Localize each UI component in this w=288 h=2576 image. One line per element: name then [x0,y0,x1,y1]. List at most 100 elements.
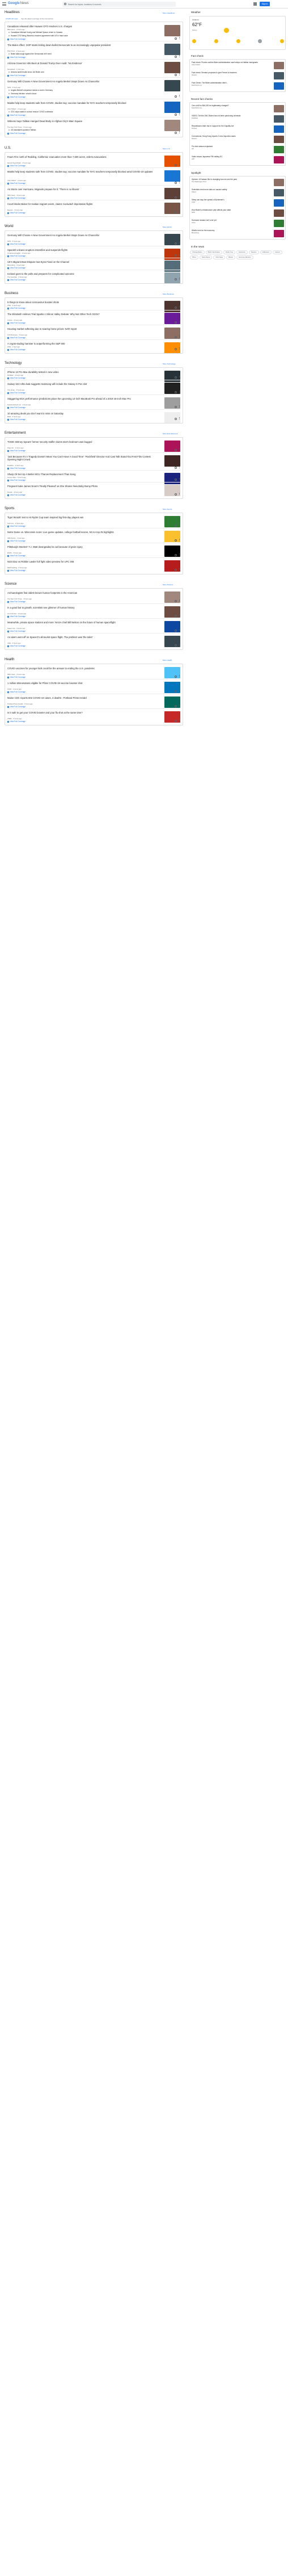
menu-icon[interactable] [2,2,6,6]
view-full-coverage-link[interactable]: View Full Coverage [7,307,26,309]
story-thumbnail[interactable] [164,682,180,693]
story-thumbnail[interactable] [164,62,180,73]
share-icon[interactable] [175,615,177,617]
story-thumbnail[interactable] [164,120,180,131]
view-full-coverage-link[interactable]: View Full Coverage [7,569,26,572]
search-bar[interactable]: Search for topics, locations & sources [62,2,176,7]
view-full-coverage-link[interactable]: View Full Coverage [7,132,26,135]
view-full-coverage-link[interactable]: View Full Coverage [7,56,26,58]
weather-card[interactable]: Ashburn 62°F Sunny [189,16,286,50]
story-title[interactable]: 1 million Minnesotans eligible for Pfize… [7,682,158,685]
view-full-coverage-link[interactable]: View Full Coverage [7,349,26,351]
more-options-icon[interactable] [179,277,180,283]
world-more-link[interactable]: More World [163,226,171,228]
science-more-link[interactable]: More Science [163,584,173,586]
story-thumbnail[interactable] [164,156,180,167]
story-thumbnail[interactable] [164,412,180,423]
story-thumbnail[interactable] [164,188,180,199]
spotlight-item[interactable]: What's next for the economy Bloomberg [192,229,271,234]
spotlight-item[interactable]: Scientists need more data on vaccine saf… [192,188,271,194]
share-icon[interactable] [175,266,177,268]
more-options-icon[interactable] [179,719,180,724]
view-full-coverage-link[interactable]: View Full Coverage [7,720,26,723]
story-thumbnail[interactable] [164,591,180,603]
recent_headlines-item[interactable]: Republicans claim rise in support for th… [192,125,271,130]
spotlight-item[interactable]: Opinion: A Russian film is changing how … [192,178,271,183]
more-options-icon[interactable] [179,643,180,649]
view-full-coverage-link[interactable]: View Full Coverage [7,615,26,618]
view-full-coverage-link[interactable]: View Full Coverage [7,392,26,394]
topic-chip[interactable]: Ryder Cup [223,250,235,254]
story-title[interactable]: Galaxy S22 Ultra leak suggests Samsung w… [7,383,158,385]
fact_check-thumbnail[interactable] [274,62,284,69]
story-thumbnail[interactable] [164,203,180,214]
topic-chip[interactable]: Ohio State [213,255,226,259]
recent_headlines-item[interactable]: Coronavirus: Hong Kong reports 3 new imp… [192,135,271,140]
story-thumbnail[interactable] [164,636,180,647]
business-more-link[interactable]: More Business [163,293,174,295]
topic-chip[interactable]: Halloween [260,250,272,254]
recent_headlines-thumbnail[interactable] [274,146,284,153]
spotlight-item[interactable]: How Biden's infrastructure plan affects … [192,209,271,214]
view-full-coverage-link[interactable]: View Full Coverage [7,255,26,257]
story-thumbnail[interactable] [164,531,180,542]
sign-in-button[interactable]: Sign in [260,2,270,6]
view-full-coverage-link[interactable]: View Full Coverage [7,38,26,40]
share-icon[interactable] [175,705,177,707]
story-title[interactable]: Arizona Governor Hits Back at Donald Tru… [7,62,158,65]
share-icon[interactable] [175,278,177,280]
spotlight-thumbnail[interactable] [274,209,284,217]
view-full-coverage-link[interactable]: View Full Coverage [7,691,26,693]
story-thumbnail[interactable] [164,560,180,572]
view-full-coverage-link[interactable]: View Full Coverage [7,601,26,603]
view-full-coverage-link[interactable]: View Full Coverage [7,114,26,116]
story-thumbnail[interactable] [164,342,180,353]
fact_check-thumbnail[interactable] [274,82,284,90]
story-title[interactable]: In a good but to growth, scientists see … [7,606,158,609]
topic-chip[interactable]: Pfizer [190,255,198,259]
story-title[interactable]: 5 things to know about coronavirus boost… [7,301,158,304]
fact_check-item[interactable]: Fact check: Photos confirm Biden adminis… [192,61,271,66]
story-title[interactable]: Iceland goes to the polls and prepares f… [7,272,158,275]
share-icon[interactable] [175,37,177,40]
recent_headlines-item[interactable]: Video shows Japanese PM visiting DC AFP [192,156,271,161]
story-title[interactable]: Masks help keep students safe from COVID… [7,170,158,173]
story-title[interactable]: Canadians released after Huawei CFO reso… [7,25,158,28]
story-title[interactable]: Sharp Oil Set Up A Better MCU Thanos Rep… [7,473,158,476]
share-icon[interactable] [175,644,177,647]
topic-chip[interactable]: Notre Dame [199,255,213,259]
share-icon[interactable] [175,182,177,184]
story-thumbnail[interactable] [164,697,180,708]
share-icon[interactable] [175,114,177,116]
story-thumbnail[interactable] [164,440,180,452]
view-full-coverage-link[interactable]: View Full Coverage [7,540,26,542]
sub-story[interactable]: Canadians Michael Kovrig and Michael Spa… [9,31,153,33]
share-icon[interactable] [175,406,177,408]
story-title[interactable]: Meanwhile, private space stations and mo… [7,621,158,624]
tab-covid-latest[interactable]: See the latest coverage of the coronavir… [22,18,53,20]
story-title[interactable]: UK's Migrant Boat Dispute Has Eyes Fixed… [7,261,158,263]
spotlight-item[interactable]: Sleep can stop the spread of Alzheimer's… [192,199,271,204]
story-title[interactable]: The Biden effect: GOP starts linking dow… [7,44,158,47]
story-thumbnail[interactable] [164,25,180,36]
sports-more-link[interactable]: More Sports [163,508,172,510]
story-title[interactable]: Witness Says Taliban Hanged Dead Body in… [7,120,158,123]
story-thumbnail[interactable] [164,170,180,182]
story-thumbnail[interactable] [164,80,180,91]
story-title[interactable]: Notre Dame vs. Wisconsin score: Live gam… [7,531,158,534]
share-icon[interactable] [175,449,177,451]
entertainment-more-link[interactable]: More Entertainment [163,433,177,435]
topic-chip[interactable]: Steelers [248,250,259,254]
more-options-icon[interactable] [179,347,180,353]
view-full-coverage-link[interactable]: View Full Coverage [7,467,26,469]
fact_check-thumbnail[interactable] [274,72,284,79]
story-title[interactable]: Spanish volcano eruption intensifies and… [7,249,158,251]
story-title[interactable]: 'Just Because It's A Tragedy Doesn't Mea… [7,455,158,461]
share-icon[interactable] [175,196,177,199]
recent_headlines-thumbnail[interactable] [274,125,284,133]
story-title[interactable]: COVID vaccines for younger kids could be… [7,667,158,670]
story-thumbnail[interactable] [164,272,180,283]
story-thumbnail[interactable] [164,261,180,272]
story-thumbnail[interactable] [164,371,180,382]
more-options-icon[interactable] [179,417,180,422]
